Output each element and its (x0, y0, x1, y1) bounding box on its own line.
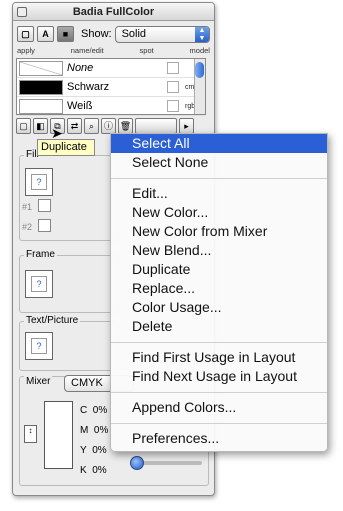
col-spot: spot (139, 46, 154, 55)
unknown-color-icon: ? (31, 174, 47, 190)
list-scrollbar[interactable] (194, 59, 205, 114)
fill-group: Fill ? #1 #2 (19, 149, 119, 241)
menu-item[interactable]: Edit... (111, 184, 327, 203)
frame-group: Frame ? (19, 249, 119, 313)
show-popup[interactable]: Solid ▲ ▼ (114, 25, 210, 43)
new-color-icon[interactable]: ▢ (16, 118, 31, 134)
mixer-channels: C 0% M 0% Y 0% K 0% (80, 401, 108, 481)
menu-item[interactable]: Preferences... (111, 429, 327, 448)
col-model: model (189, 46, 210, 55)
show-label: Show: (81, 28, 112, 40)
menu-separator (111, 417, 327, 429)
menu-item[interactable]: Delete (111, 317, 327, 336)
channel-value[interactable]: 0% (92, 445, 106, 456)
spot-checkbox[interactable] (167, 62, 179, 74)
find-icon[interactable]: ⌕ (84, 118, 99, 134)
palette-titlebar[interactable]: Badia FullColor (13, 3, 214, 21)
fill-color-well[interactable]: ? (25, 168, 53, 196)
spot-checkbox[interactable] (167, 100, 179, 112)
menu-item[interactable]: Color Usage... (111, 298, 327, 317)
unknown-color-icon: ? (31, 276, 47, 292)
menu-item[interactable]: Find Next Usage in Layout (111, 367, 327, 386)
spot-checkbox[interactable] (167, 81, 179, 93)
new-blend-icon[interactable]: ◧ (33, 118, 48, 134)
replace-icon[interactable]: ⇄ (67, 118, 82, 134)
menu-item[interactable]: Find First Usage in Layout (111, 348, 327, 367)
mixer-preview-swatch (44, 401, 73, 469)
show-row: ▢ A ■ Show: Solid ▲ ▼ (17, 24, 210, 44)
fill-checkbox-1[interactable] (38, 199, 51, 212)
mixer-apply-icon[interactable]: ↕ (24, 425, 37, 443)
k-slider-thumb[interactable] (130, 456, 144, 470)
apply-fill-button[interactable]: ■ (57, 26, 74, 42)
close-box[interactable] (17, 7, 27, 17)
mixer-label: Mixer (24, 376, 53, 387)
column-headers: apply name/edit spot model (17, 46, 210, 56)
color-name[interactable]: Schwarz (67, 81, 167, 93)
info-icon[interactable]: ⓘ (101, 118, 116, 134)
col-name-edit: name/edit (70, 46, 104, 55)
apply-frame-button[interactable]: ▢ (17, 26, 34, 42)
menu-item[interactable]: Select None (111, 153, 327, 172)
list-item[interactable]: None (17, 59, 205, 78)
color-swatch[interactable] (19, 60, 63, 76)
channel-value[interactable]: 0% (94, 425, 108, 436)
menu-item[interactable]: New Color from Mixer (111, 222, 327, 241)
col-apply: apply (17, 46, 35, 55)
color-list: None Schwarz cmyk Weiß rgb (16, 58, 206, 116)
unknown-color-icon: ? (31, 338, 47, 354)
frame-color-well[interactable]: ? (25, 270, 53, 298)
menu-item[interactable]: New Color... (111, 203, 327, 222)
color-name[interactable]: None (67, 62, 167, 74)
duplicate-tooltip: Duplicate (37, 139, 95, 156)
popup-arrows-icon: ▲ ▼ (195, 26, 209, 42)
trash-icon[interactable]: 🗑 (118, 118, 133, 134)
channel-name: Y (80, 445, 87, 456)
channel-name: C (80, 405, 88, 416)
channel-row: C 0% (80, 401, 108, 421)
channel-row: K 0% (80, 461, 108, 481)
channel-name: K (80, 465, 87, 476)
menu-item[interactable]: New Blend... (111, 241, 327, 260)
menu-separator (111, 336, 327, 348)
list-item[interactable]: Schwarz cmyk (17, 78, 205, 97)
menu-item[interactable]: Append Colors... (111, 398, 327, 417)
fill-num-2: #2 (22, 222, 33, 232)
channel-row: Y 0% (80, 441, 108, 461)
text-picture-group: Text/Picture ? (19, 315, 119, 371)
text-picture-color-well[interactable]: ? (25, 332, 53, 360)
toolbar-field[interactable] (135, 118, 177, 134)
scroll-thumb[interactable] (195, 62, 204, 78)
window-title: Badia FullColor (72, 6, 155, 18)
color-swatch[interactable] (19, 79, 63, 95)
mixer-model-value: CMYK (71, 377, 103, 389)
expand-arrow-icon[interactable]: ▸ (179, 118, 194, 134)
show-popup-value: Solid (121, 27, 147, 40)
channel-value[interactable]: 0% (92, 465, 106, 476)
channel-row: M 0% (80, 421, 108, 441)
color-name[interactable]: Weiß (67, 100, 167, 112)
apply-text-button[interactable]: A (37, 26, 54, 42)
list-item[interactable]: Weiß rgb (17, 97, 205, 116)
palette-menu: Select All Select None Edit... New Color...… (110, 133, 328, 452)
channel-name: M (80, 425, 89, 436)
color-swatch[interactable] (19, 98, 63, 114)
fill-num-1: #1 (22, 202, 33, 212)
menu-separator (111, 172, 327, 184)
menu-separator (111, 386, 327, 398)
menu-item[interactable]: Duplicate (111, 260, 327, 279)
menu-item[interactable]: Select All (111, 134, 327, 153)
frame-label: Frame (24, 249, 57, 260)
menu-item[interactable]: Replace... (111, 279, 327, 298)
arrow-cursor-icon: ➤ (51, 125, 63, 141)
fill-checkbox-2[interactable] (38, 219, 51, 232)
channel-value[interactable]: 0% (93, 405, 107, 416)
text-picture-label: Text/Picture (24, 315, 81, 326)
